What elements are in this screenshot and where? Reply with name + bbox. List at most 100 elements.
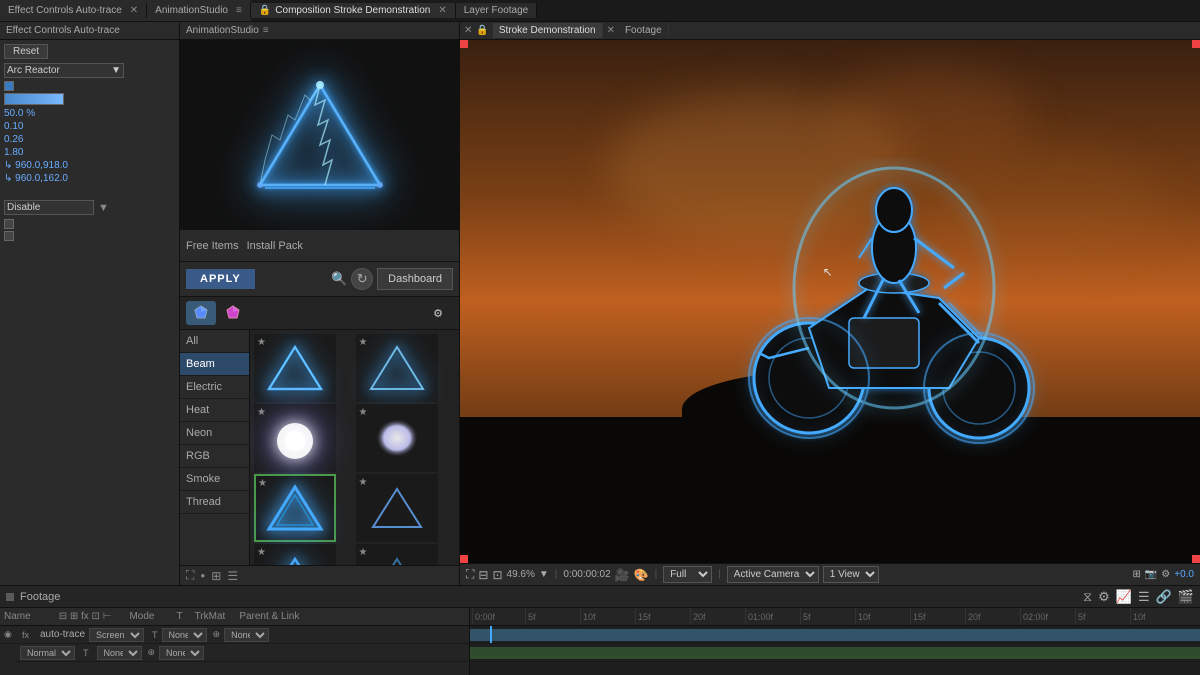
comp-tab-stroke[interactable]: Stroke Demonstration xyxy=(493,23,603,38)
view-quality-select[interactable]: Full Half Third xyxy=(663,566,712,583)
marker-5f: 5f xyxy=(525,608,536,625)
chevron-down-icon: ▼ xyxy=(111,65,121,76)
small-checkbox-2[interactable] xyxy=(4,231,14,241)
split-view-icon[interactable]: ⊟ xyxy=(478,568,488,582)
effect-controls-tab[interactable]: Effect Controls Auto-trace ✕ xyxy=(0,3,147,18)
category-smoke[interactable]: Smoke xyxy=(180,468,249,491)
menu-icon-as: ≡ xyxy=(263,25,269,36)
category-thread[interactable]: Thread xyxy=(180,491,249,514)
disable-dropdown[interactable]: Disable xyxy=(4,200,94,215)
safe-zone-icon[interactable]: ⊡ xyxy=(492,568,502,582)
checkbox-1[interactable] xyxy=(4,81,14,91)
track-bar-2[interactable] xyxy=(470,647,1200,659)
category-electric[interactable]: Electric xyxy=(180,376,249,399)
layer-row-autotrace[interactable]: ◉ fx auto-trace Screen Normal Multiply T… xyxy=(0,626,469,644)
dashboard-button[interactable]: Dashboard xyxy=(377,268,453,290)
composition-tab[interactable]: 🔒 Composition Stroke Demonstration ✕ xyxy=(251,3,456,18)
menu-icon[interactable]: ≡ xyxy=(236,5,242,16)
trkmat-select[interactable]: None xyxy=(162,628,207,642)
layer-footage-tab[interactable]: Layer Footage xyxy=(456,3,538,18)
value-4[interactable]: 1.80 xyxy=(4,147,175,158)
effect-cell-5[interactable]: ★ xyxy=(254,474,336,542)
small-checkbox[interactable] xyxy=(4,219,14,229)
trkmat-select-2[interactable]: None xyxy=(97,646,142,660)
category-beam[interactable]: Beam xyxy=(180,353,249,376)
expand-icon[interactable]: ⛶ xyxy=(186,568,194,583)
effect-cell-4[interactable]: ★ xyxy=(356,404,438,472)
category-all[interactable]: All xyxy=(180,330,249,353)
effect-cell-8[interactable]: ★ xyxy=(356,544,438,565)
playhead[interactable] xyxy=(490,626,492,643)
preset-dropdown[interactable]: Arc Reactor ▼ xyxy=(4,63,124,78)
reset-button[interactable]: Reset xyxy=(4,44,48,59)
effect-cell-6[interactable]: ★ xyxy=(356,474,438,542)
free-items-link[interactable]: Free Items xyxy=(186,240,239,252)
track-1[interactable] xyxy=(470,626,1200,644)
graph-icon[interactable]: 📈 xyxy=(1116,589,1132,605)
gem-icon-secondary[interactable] xyxy=(218,301,248,325)
grid-icon[interactable]: ⊞ xyxy=(211,569,221,583)
camera-icon[interactable]: 🎥 xyxy=(615,568,630,582)
composition-icon[interactable]: 🎬 xyxy=(1178,589,1194,605)
timecode-display[interactable]: 0:00:00:02 xyxy=(563,569,610,580)
apply-button[interactable]: APPLY xyxy=(186,269,255,289)
composition-tab-label: Composition Stroke Demonstration xyxy=(275,5,430,16)
layer-row-normal[interactable]: Normal T None ⊕ None xyxy=(16,644,469,662)
color-picker-icon[interactable]: 🎨 xyxy=(634,568,649,582)
blend-mode-select[interactable]: Screen Normal Multiply xyxy=(89,628,144,642)
keyframe-icon[interactable]: ⧖ xyxy=(1083,589,1092,605)
list-icon[interactable]: ☰ xyxy=(227,569,238,583)
close-icon[interactable]: ✕ xyxy=(130,5,138,16)
settings-icon-comp[interactable]: ⚙ xyxy=(1161,569,1170,580)
track-2[interactable] xyxy=(470,644,1200,662)
view-count-select[interactable]: 1 View xyxy=(823,566,879,583)
comp-tab-footage[interactable]: Footage xyxy=(619,23,669,38)
link-icon[interactable]: 🔗 xyxy=(1156,589,1172,605)
snapshot-icon[interactable]: 📷 xyxy=(1145,569,1157,580)
category-rgb[interactable]: RGB xyxy=(180,445,249,468)
column-name: Name xyxy=(4,611,31,622)
effect-cell-1[interactable]: ★ xyxy=(254,334,336,402)
layers-icon[interactable]: ☰ xyxy=(1138,589,1150,605)
settings-icon[interactable]: ⚙ xyxy=(423,301,453,325)
timeline-main: Name ⊟ ⊞ fx ⊡ ⊢ Mode T TrkMat Parent & L… xyxy=(0,608,1200,675)
blend-mode-select-2[interactable]: Normal xyxy=(20,646,75,660)
layer-solo-icon[interactable]: ◉ xyxy=(4,629,18,640)
parent-select[interactable]: None xyxy=(224,628,269,642)
value-3[interactable]: 0.26 xyxy=(4,134,175,145)
settings-icon-tl[interactable]: ⚙ xyxy=(1098,589,1110,605)
track-bar-1[interactable] xyxy=(470,629,1200,641)
close-icon-comp[interactable]: ✕ xyxy=(438,5,446,16)
layer-footage-label: Layer Footage xyxy=(464,5,529,16)
expand-icon-comp[interactable]: ⛶ xyxy=(466,567,474,582)
t-column-2: T xyxy=(83,648,89,658)
search-icon[interactable]: 🔍 xyxy=(331,271,347,287)
value-5[interactable]: ↳ 960.0,918.0 xyxy=(4,160,175,171)
zoom-label[interactable]: 49.6% xyxy=(507,569,535,580)
star-icon-6[interactable]: ★ xyxy=(359,477,368,488)
install-pack-link[interactable]: Install Pack xyxy=(247,240,303,252)
effect-cell-7[interactable]: ★ xyxy=(254,544,336,565)
star-icon-8[interactable]: ★ xyxy=(359,547,368,558)
layer-indicator-dot xyxy=(6,593,14,601)
animation-studio-tab[interactable]: AnimationStudio ≡ xyxy=(147,3,251,18)
composition-viewport[interactable]: ↖ xyxy=(460,40,1200,563)
parent-select-2[interactable]: None xyxy=(159,646,204,660)
value-6[interactable]: ↳ 960.0,162.0 xyxy=(4,173,175,184)
zoom-select-arrow[interactable]: ▼ xyxy=(539,569,549,580)
layer-fx-icon[interactable]: fx xyxy=(22,630,36,640)
star-icon-4[interactable]: ★ xyxy=(359,407,368,418)
gem-icon-active[interactable] xyxy=(186,301,216,325)
effect-cell-3[interactable]: ★ xyxy=(254,404,336,472)
close-icon-stroke[interactable]: ✕ xyxy=(607,25,615,36)
category-heat[interactable]: Heat xyxy=(180,399,249,422)
category-neon[interactable]: Neon xyxy=(180,422,249,445)
value-2[interactable]: 0.10 xyxy=(4,121,175,132)
grid-view-icon[interactable]: ⊞ xyxy=(1132,569,1140,580)
refresh-icon[interactable]: ↻ xyxy=(351,268,373,290)
value-1[interactable]: 50.0 % xyxy=(4,108,175,119)
effect-controls-header-label: Effect Controls Auto-trace xyxy=(6,25,120,36)
effect-cell-2[interactable]: ★ xyxy=(356,334,438,402)
color-bar[interactable] xyxy=(4,93,64,105)
camera-mode-select[interactable]: Active Camera xyxy=(727,566,819,583)
